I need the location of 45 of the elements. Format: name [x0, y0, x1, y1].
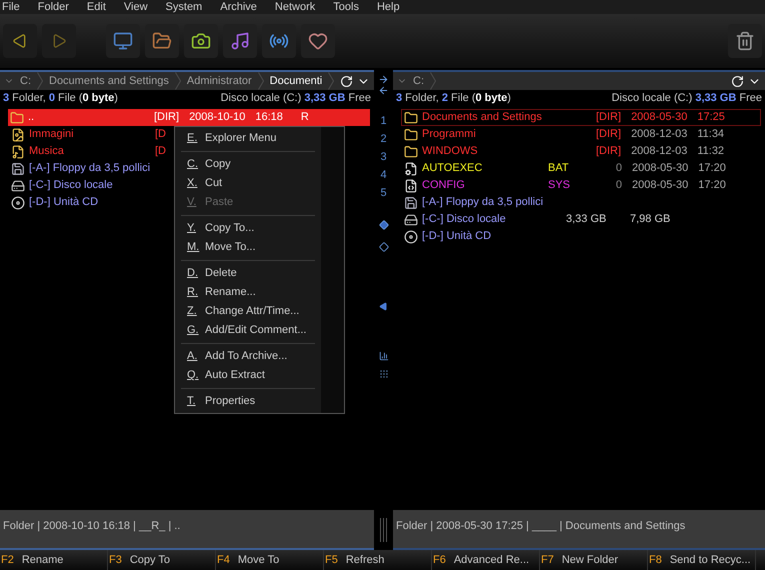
summary-text: 3 Folder, 2 File (0 byte) — [396, 91, 511, 106]
file-name: [-C-] Disco locale — [28, 178, 113, 194]
file-name: [-A-] Floppy da 3,5 pollici — [28, 161, 150, 176]
file-name: CONFIG — [421, 178, 465, 194]
file-extension: SYS — [548, 178, 570, 194]
total-space-text: 7,98 GB — [630, 212, 670, 228]
file-name: Programmi — [421, 127, 476, 142]
time-text: 11:32 — [697, 144, 724, 160]
date-text: 2008-12-03 — [631, 144, 688, 160]
time-text: 17:20 — [698, 178, 726, 194]
file-type-text: [D — [155, 144, 166, 160]
file-name: AUTOEXEC — [421, 161, 482, 176]
status-text: Folder | 2008-05-30 17:25 | ____ | Documents and Settings — [396, 520, 686, 532]
file-name: [-A-] Floppy da 3,5 pollici — [421, 195, 544, 210]
date-text: 2008-05-30 — [631, 110, 688, 126]
file-type-text: 0 — [614, 161, 622, 176]
summary-text: 3 Folder, 0 File (0 byte) — [3, 91, 118, 106]
file-name: WINDOWS — [421, 144, 478, 160]
file-name: Immagini — [28, 127, 74, 142]
status-text: Folder | 2008-10-10 16:18 | __R_ | .. — [3, 520, 180, 532]
file-name: [-C-] Disco locale — [421, 212, 506, 228]
file-name: .. — [27, 110, 34, 126]
file-name: Musica — [28, 144, 64, 160]
file-type-text: [DIR] — [596, 144, 622, 160]
file-name: [-D-] Unità CD — [28, 195, 98, 210]
drive-info-text: Disco locale (C:) 3,33 GB Free — [612, 91, 762, 106]
file-type-text: [D — [155, 127, 166, 142]
file-extension: BAT — [548, 161, 569, 176]
date-text: 2008-05-30 — [632, 161, 688, 176]
date-text: 2008-12-03 — [631, 127, 688, 142]
file-name: [-D-] Unità CD — [421, 229, 492, 244]
attribute-text: R — [300, 110, 309, 126]
time-text: 17:20 — [698, 161, 726, 176]
drive-info-text: Disco locale (C:) 3,33 GB Free — [220, 91, 371, 106]
time-text: 11:34 — [697, 127, 724, 142]
date-text: 2008-10-10 — [189, 110, 246, 126]
file-type-text: [DIR] — [596, 127, 622, 142]
time-text: 17:25 — [697, 110, 725, 126]
file-type-text: 0 — [614, 178, 622, 194]
time-text: 16:18 — [255, 110, 283, 126]
free-space-text: 3,33 GB — [566, 212, 608, 228]
file-name: Documents and Settings — [421, 110, 542, 126]
file-type-text: [DIR] — [154, 110, 180, 126]
date-text: 2008-05-30 — [632, 178, 688, 194]
file-type-text: [DIR] — [596, 110, 622, 126]
